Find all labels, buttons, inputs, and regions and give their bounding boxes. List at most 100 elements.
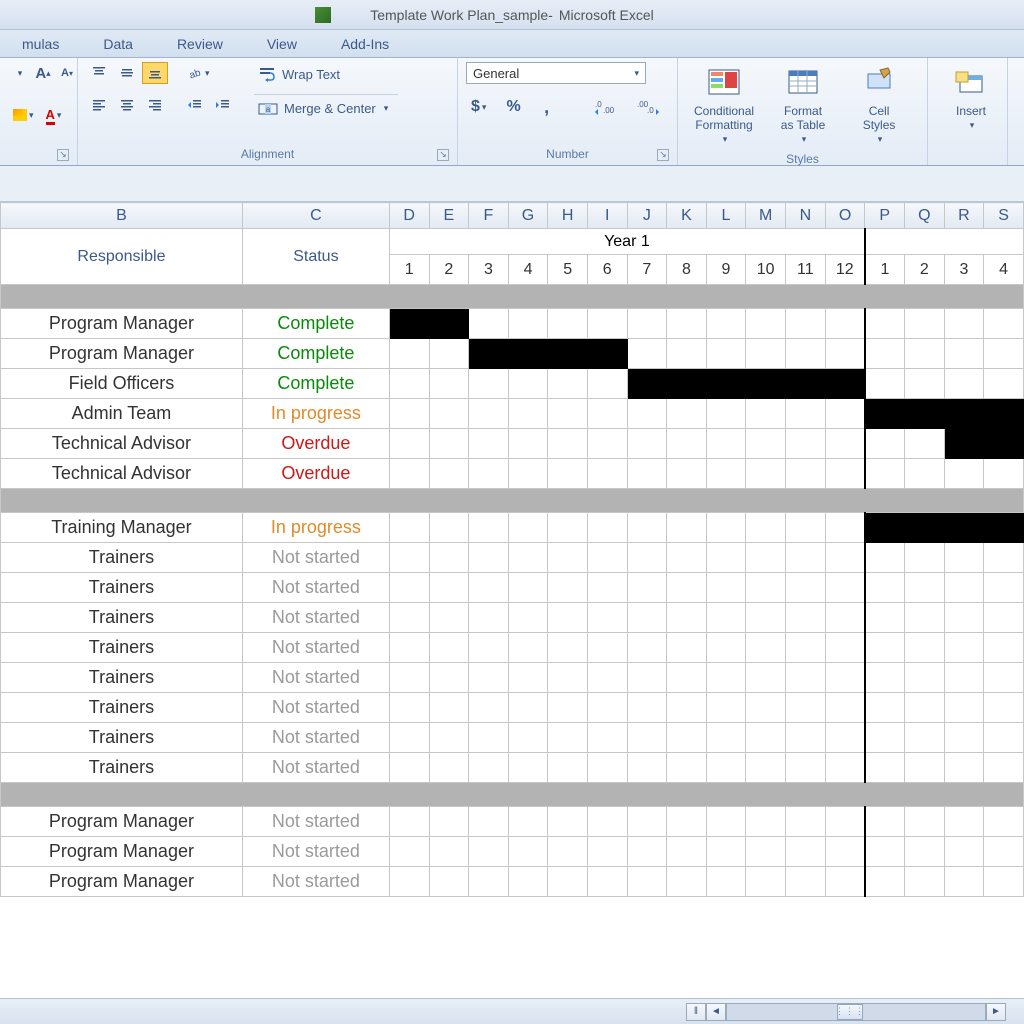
gantt-cell[interactable] (984, 837, 1024, 867)
gantt-cell[interactable] (706, 573, 746, 603)
gantt-cell[interactable] (905, 543, 945, 573)
gantt-cell[interactable] (706, 603, 746, 633)
gantt-cell[interactable] (865, 309, 905, 339)
gantt-cell[interactable] (469, 603, 509, 633)
gantt-cell[interactable] (627, 309, 667, 339)
gantt-cell[interactable] (627, 603, 667, 633)
cell-responsible[interactable]: Trainers (1, 603, 243, 633)
column-header-N[interactable]: N (786, 203, 826, 229)
gantt-cell[interactable] (905, 603, 945, 633)
gantt-cell[interactable] (508, 867, 548, 897)
gantt-cell[interactable] (508, 543, 548, 573)
gantt-cell[interactable] (389, 663, 429, 693)
gantt-cell[interactable] (825, 753, 865, 783)
gantt-cell[interactable] (587, 399, 627, 429)
gantt-cell[interactable] (865, 429, 905, 459)
gantt-cell[interactable] (944, 513, 984, 543)
gantt-cell[interactable] (706, 399, 746, 429)
gantt-cell[interactable] (865, 753, 905, 783)
gantt-cell[interactable] (984, 663, 1024, 693)
gantt-cell[interactable] (429, 369, 469, 399)
cell-status[interactable]: Overdue (242, 459, 389, 489)
column-header-R[interactable]: R (944, 203, 984, 229)
scroll-left-split-icon[interactable]: ‖ (686, 1003, 706, 1021)
tab-formulas[interactable]: mulas (0, 31, 81, 57)
number-launcher-icon[interactable]: ↘ (657, 149, 669, 161)
gantt-cell[interactable] (587, 543, 627, 573)
gantt-cell[interactable] (706, 753, 746, 783)
gantt-cell[interactable] (389, 339, 429, 369)
gantt-cell[interactable] (389, 603, 429, 633)
gantt-cell[interactable] (389, 693, 429, 723)
gantt-cell[interactable] (865, 807, 905, 837)
gantt-cell[interactable] (786, 693, 826, 723)
gantt-cell[interactable] (706, 867, 746, 897)
month-y1-7[interactable]: 7 (627, 255, 667, 285)
gantt-cell[interactable] (944, 339, 984, 369)
month-y1-5[interactable]: 5 (548, 255, 588, 285)
gantt-cell[interactable] (944, 543, 984, 573)
gantt-cell[interactable] (389, 753, 429, 783)
gantt-cell[interactable] (825, 807, 865, 837)
gantt-cell[interactable] (508, 573, 548, 603)
gantt-cell[interactable] (667, 633, 707, 663)
gantt-cell[interactable] (627, 837, 667, 867)
cell-status[interactable]: Overdue (242, 429, 389, 459)
gantt-cell[interactable] (508, 663, 548, 693)
gantt-cell[interactable] (825, 867, 865, 897)
gantt-cell[interactable] (944, 867, 984, 897)
gantt-cell[interactable] (746, 513, 786, 543)
gantt-cell[interactable] (746, 753, 786, 783)
gantt-cell[interactable] (548, 339, 588, 369)
column-header-J[interactable]: J (627, 203, 667, 229)
cell-status[interactable]: Complete (242, 369, 389, 399)
gantt-cell[interactable] (587, 309, 627, 339)
gantt-cell[interactable] (905, 693, 945, 723)
percent-format-button[interactable]: % (501, 96, 525, 118)
gantt-cell[interactable] (865, 399, 905, 429)
gantt-cell[interactable] (667, 369, 707, 399)
cell-responsible[interactable]: Admin Team (1, 399, 243, 429)
gantt-cell[interactable] (706, 369, 746, 399)
gantt-cell[interactable] (865, 693, 905, 723)
gantt-cell[interactable] (944, 693, 984, 723)
month-y1-4[interactable]: 4 (508, 255, 548, 285)
gantt-cell[interactable] (746, 603, 786, 633)
gantt-cell[interactable] (508, 459, 548, 489)
gantt-cell[interactable] (746, 633, 786, 663)
gantt-cell[interactable] (508, 723, 548, 753)
gantt-cell[interactable] (508, 429, 548, 459)
gantt-cell[interactable] (587, 807, 627, 837)
gantt-cell[interactable] (548, 513, 588, 543)
cell-responsible[interactable]: Trainers (1, 723, 243, 753)
gantt-cell[interactable] (825, 429, 865, 459)
gantt-cell[interactable] (944, 837, 984, 867)
gantt-cell[interactable] (429, 543, 469, 573)
gantt-cell[interactable] (587, 573, 627, 603)
gantt-cell[interactable] (865, 573, 905, 603)
gantt-cell[interactable] (548, 693, 588, 723)
gantt-cell[interactable] (905, 633, 945, 663)
month-y1-8[interactable]: 8 (667, 255, 707, 285)
column-header-K[interactable]: K (667, 203, 707, 229)
column-header-C[interactable]: C (242, 203, 389, 229)
column-header-H[interactable]: H (548, 203, 588, 229)
gantt-cell[interactable] (786, 663, 826, 693)
decrease-font-icon[interactable]: A▾ (56, 62, 78, 84)
gantt-cell[interactable] (667, 543, 707, 573)
column-header-M[interactable]: M (746, 203, 786, 229)
gantt-cell[interactable] (746, 723, 786, 753)
gantt-cell[interactable] (746, 693, 786, 723)
gantt-cell[interactable] (706, 693, 746, 723)
gantt-cell[interactable] (825, 369, 865, 399)
gantt-cell[interactable] (746, 543, 786, 573)
gantt-cell[interactable] (865, 663, 905, 693)
gantt-cell[interactable] (469, 663, 509, 693)
cell-status[interactable]: Complete (242, 309, 389, 339)
cell-status[interactable]: Not started (242, 807, 389, 837)
gantt-cell[interactable] (786, 399, 826, 429)
gantt-cell[interactable] (429, 807, 469, 837)
cell-status[interactable]: Not started (242, 693, 389, 723)
gantt-cell[interactable] (389, 459, 429, 489)
gantt-cell[interactable] (786, 753, 826, 783)
